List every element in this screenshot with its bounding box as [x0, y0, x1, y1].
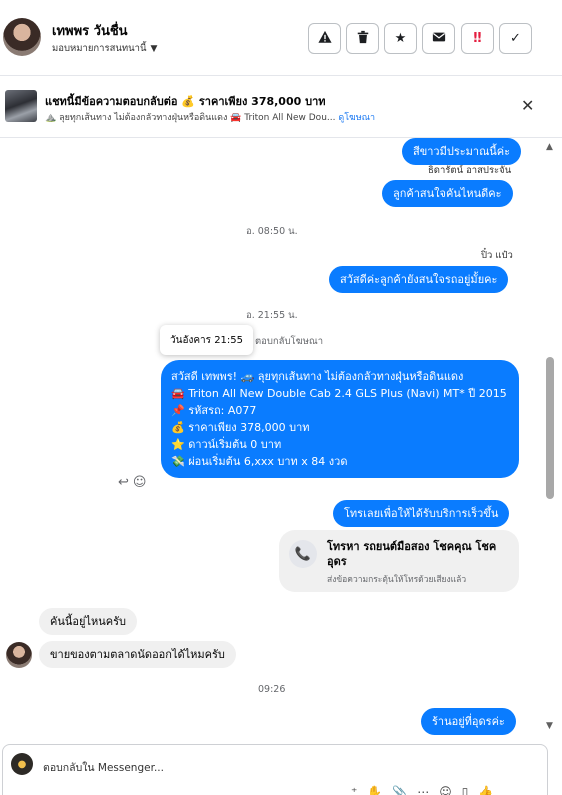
add-user-icon[interactable]: ⁺	[351, 785, 357, 795]
assign-conversation-dropdown[interactable]: มอบหมายการสนทนานี้ ▼	[52, 41, 157, 56]
outgoing-message[interactable]: สีขาวมีประมาณนี้ค่ะ	[402, 138, 522, 165]
conversation-header: เทพพร วันชื่น มอบหมายการสนทนานี้ ▼ ★ ‼ ✓	[0, 0, 562, 76]
mark-done-button[interactable]: ✓	[499, 23, 532, 54]
contact-avatar-small[interactable]	[6, 642, 32, 668]
ad-banner-text: ⛰️ ลุยทุกเส้นทาง ไม่ต้องกลัวทางฝุ่นหรือด…	[45, 113, 336, 123]
sender-name: ปิ๋ว แป๋ว	[481, 250, 513, 261]
incoming-message[interactable]: คันนี้อยู่ไหนครับ	[39, 608, 138, 635]
reply-input-placeholder[interactable]: ตอบกลับใน Messenger...	[43, 759, 164, 776]
envelope-icon	[432, 30, 446, 48]
ad-message-line: 💰 ราคาเพียง 378,000 บาท	[171, 421, 310, 434]
call-subtitle: ส่งข้อความกระตุ้นให้โทรด้วยเสียงแล้ว	[327, 575, 467, 585]
call-title: โทรหา รถยนต์มือสอง โชคคุณ โชค อุดร	[327, 540, 497, 568]
outgoing-message[interactable]: ลูกค้าสนใจคันไหนดีคะ	[382, 180, 513, 207]
ad-reply-banner: แชทนี้มีข้อความตอบกลับต่อ 💰 ราคาเพียง 37…	[0, 76, 562, 138]
call-request-card[interactable]: 📞 โทรหา รถยนต์มือสอง โชคคุณ โชค อุดร ส่ง…	[279, 530, 519, 592]
contact-name[interactable]: เทพพร วันชื่น	[52, 20, 128, 41]
double-exclamation-icon: ‼	[473, 31, 482, 46]
emoji-react-icon[interactable]: ☺	[133, 475, 147, 490]
ad-message-line: สวัสดี เทพพร! 🚙 ลุยทุกเส้นทาง ไม่ต้องกลั…	[171, 370, 464, 383]
contact-avatar[interactable]	[3, 18, 41, 56]
saved-reply-icon[interactable]: ▯	[462, 785, 469, 795]
scroll-up-arrow-icon[interactable]: ▲	[546, 142, 553, 152]
scrollbar-thumb[interactable]	[546, 357, 554, 499]
ad-thumbnail[interactable]	[5, 90, 37, 122]
ad-message-line: ⭐ ดาวน์เริ่มต้น 0 บาท	[171, 438, 282, 451]
ad-banner-title: แชทนี้มีข้อความตอบกลับต่อ 💰 ราคาเพียง 37…	[45, 95, 326, 108]
ad-message-bubble[interactable]: สวัสดี เทพพร! 🚙 ลุยทุกเส้นทาง ไม่ต้องกลั…	[161, 360, 519, 478]
report-button[interactable]	[308, 23, 341, 54]
ad-message-line: 📌 รหัสรถ: A077	[171, 404, 257, 417]
outgoing-message[interactable]: โทรเลยเพื่อให้ได้รับบริการเร็วขึ้น	[333, 500, 510, 527]
timestamp: อ. 08:50 น.	[246, 226, 298, 237]
outgoing-message[interactable]: สวัสดีค่ะลูกค้ายังสนใจรถอยู่มั้ยคะ	[329, 266, 509, 293]
attachment-icon[interactable]: 📎	[392, 785, 407, 795]
chat-scrollbar[interactable]: ▲ ▼	[543, 138, 557, 738]
more-icon[interactable]: ⋯	[417, 785, 429, 795]
reply-to-ad-label: ตอบกลับโฆษณา	[255, 336, 324, 347]
composer-toolbar: ⁺ ✋ 📎 ⋯ ☺ ▯ 👍	[351, 785, 493, 795]
trash-icon	[356, 30, 370, 48]
star-icon: ★	[394, 31, 407, 46]
warning-icon	[317, 30, 332, 48]
scroll-down-arrow-icon[interactable]: ▼	[546, 721, 553, 731]
assign-label: มอบหมายการสนทนานี้	[52, 43, 147, 54]
timestamp: อ. 21:55 น.	[246, 310, 298, 321]
mark-unread-button[interactable]	[422, 23, 455, 54]
like-icon[interactable]: 👍	[478, 785, 493, 795]
caret-down-icon: ▼	[150, 43, 158, 54]
timestamp-tooltip: วันอังคาร 21:55	[160, 325, 254, 355]
sender-name: ธิดารัตน์ อาสประจัน	[428, 165, 512, 176]
message-actions: ↩ ☺	[118, 475, 146, 490]
outgoing-message[interactable]: ร้านอยู่ที่อุดรค่ะ	[421, 708, 516, 735]
ad-banner-subtitle: ⛰️ ลุยทุกเส้นทาง ไม่ต้องกลัวทางฝุ่นหรือด…	[45, 110, 375, 124]
ad-message-line: 💸 ผ่อนเริ่มต้น 6,xxx บาท x 84 งวด	[171, 455, 348, 468]
view-ad-link[interactable]: ดูโฆษณา	[338, 113, 375, 123]
checkmark-icon: ✓	[510, 31, 521, 46]
reply-icon[interactable]: ↩	[118, 475, 129, 490]
message-thread[interactable]: สีขาวมีประมาณนี้ค่ะ ธิดารัตน์ อาสประจัน …	[0, 138, 543, 738]
timestamp: 09:26	[258, 684, 286, 695]
page-avatar: ●	[11, 753, 33, 775]
ad-message-line: 🚘 Triton All New Double Cab 2.4 GLS Plus…	[171, 387, 507, 400]
emoji-icon[interactable]: ☺	[439, 785, 452, 795]
reply-composer[interactable]: ● ตอบกลับใน Messenger... ⁺ ✋ 📎 ⋯ ☺ ▯ 👍	[2, 744, 548, 795]
star-button[interactable]: ★	[384, 23, 417, 54]
phone-icon: 📞	[289, 540, 317, 568]
spam-button[interactable]: ‼	[461, 23, 494, 54]
incoming-message[interactable]: ขายของตามตลาดนัดออกได้ไหมครับ	[39, 641, 236, 668]
handshake-icon[interactable]: ✋	[367, 785, 382, 795]
close-icon[interactable]: ✕	[521, 96, 534, 115]
delete-button[interactable]	[346, 23, 379, 54]
